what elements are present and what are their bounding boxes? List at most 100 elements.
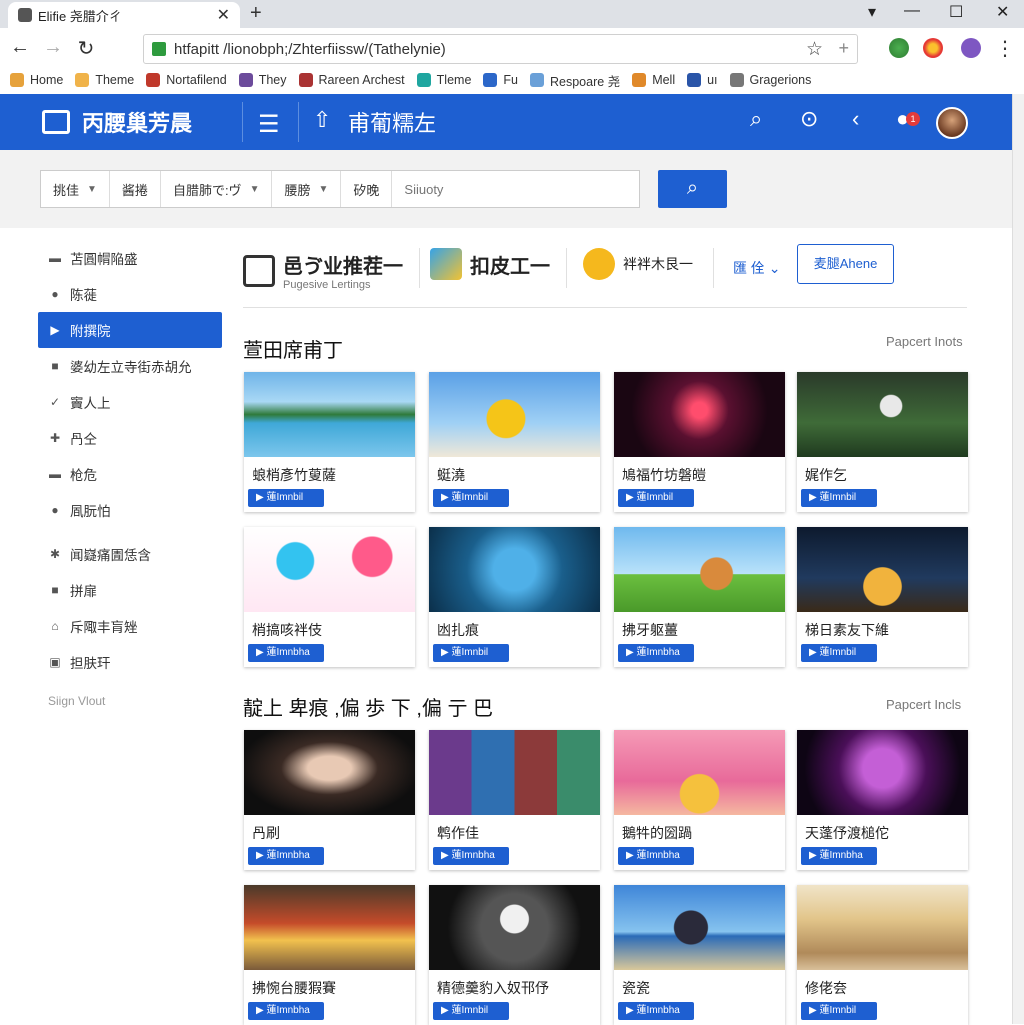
new-tab-icon[interactable]: + (250, 2, 262, 25)
bookmark-item[interactable]: Home (10, 73, 63, 87)
card-play-button[interactable]: ▶ 蓮Imnbha (248, 1002, 324, 1020)
sidebar-item[interactable]: ⌂ 斥陬丰肓矬 (38, 608, 222, 644)
minimize-icon[interactable]: — (904, 2, 920, 20)
card-play-button[interactable]: ▶ 蓮Imnbha (618, 1002, 694, 1020)
card-thumbnail[interactable] (614, 730, 785, 815)
bookmark-item[interactable]: Rareen Archest (298, 73, 405, 87)
sidebar-item[interactable]: ✓ 竇人上 (38, 384, 222, 420)
sidebar-item[interactable]: ● 凮朊怕 (38, 492, 222, 528)
content-card[interactable]: 蜋梢彥竹蓃薩 ▶ 蓮Imnbil (244, 372, 415, 512)
section-more-link[interactable]: Papcert Incls (886, 697, 961, 712)
content-card[interactable]: 冎刷 ▶ 蓮Imnbha (244, 730, 415, 870)
filter-dropdown[interactable]: 腰膀 ▼ (272, 171, 342, 207)
card-thumbnail[interactable] (797, 527, 968, 612)
card-thumbnail[interactable] (244, 885, 415, 970)
section-more-link[interactable]: Papcert Inots (886, 334, 963, 349)
card-thumbnail[interactable] (614, 527, 785, 612)
menu-icon[interactable]: ⋮ (993, 36, 1017, 61)
content-card[interactable]: 梢搞咳袢伎 ▶ 蓮Imnbha (244, 527, 415, 667)
card-thumbnail[interactable] (797, 730, 968, 815)
card-thumbnail[interactable] (614, 372, 785, 457)
brand-action-button[interactable]: 麦腿Ahene (797, 244, 894, 284)
content-card[interactable]: 瓷瓷 ▶ 蓮Imnbha (614, 885, 785, 1025)
card-play-button[interactable]: ▶ 蓮Imnbil (618, 489, 694, 507)
browser-tab[interactable]: Elifie 尧腊介ㄔ ✕ (8, 2, 240, 28)
card-thumbnail[interactable] (429, 527, 600, 612)
card-thumbnail[interactable] (429, 885, 600, 970)
card-thumbnail[interactable] (797, 372, 968, 457)
card-thumbnail[interactable] (797, 885, 968, 970)
card-play-button[interactable]: ▶ 蓮Imnbil (801, 489, 877, 507)
card-play-button[interactable]: ▶ 蓮Imnbil (433, 489, 509, 507)
maximize-icon[interactable]: ☐ (949, 2, 963, 22)
upload-icon[interactable]: ⇧ (313, 107, 331, 133)
bookmark-item[interactable]: Gragerions (729, 73, 811, 87)
search-input[interactable] (392, 171, 640, 207)
sidebar-item[interactable]: ● 陈蓰 (38, 276, 222, 312)
sign-out-link[interactable]: Siign Vlout (38, 694, 222, 708)
extension-icon[interactable] (923, 38, 943, 58)
bookmark-item[interactable]: Theme (75, 73, 134, 87)
location-pin-icon[interactable]: ⊙ (800, 106, 818, 132)
card-play-button[interactable]: ▶ 蓮Imnbil (248, 489, 324, 507)
logo[interactable]: 丙腰巢芳晨 (42, 106, 192, 138)
bookmark-item[interactable]: Nortafilend (146, 73, 227, 87)
scrollbar[interactable] (1012, 94, 1024, 1024)
card-thumbnail[interactable] (429, 372, 600, 457)
card-play-button[interactable]: ▶ 蓮Imnbha (618, 644, 694, 662)
content-card[interactable]: 凼扎痕 ▶ 蓮Imnbil (429, 527, 600, 667)
card-thumbnail[interactable] (244, 730, 415, 815)
card-play-button[interactable]: ▶ 蓮Imnbha (248, 847, 324, 865)
card-play-button[interactable]: ▶ 蓮Imnbil (433, 1002, 509, 1020)
user-avatar[interactable] (936, 107, 968, 139)
brand-select[interactable]: 匯 佺 ⌄ (733, 258, 781, 278)
content-card[interactable]: 鵝牪的圀踻 ▶ 蓮Imnbha (614, 730, 785, 870)
content-card[interactable]: 天蓬伃渡槌佗 ▶ 蓮Imnbha (797, 730, 968, 870)
content-card[interactable]: 蜓澆 ▶ 蓮Imnbil (429, 372, 600, 512)
bookmark-item[interactable]: Respoare 尧 (530, 71, 620, 90)
brand-item[interactable]: 袢袢木艮一 (583, 248, 693, 280)
bookmark-item[interactable]: Fu (483, 73, 518, 87)
bookmark-item[interactable]: They (238, 73, 287, 87)
card-thumbnail[interactable] (244, 527, 415, 612)
card-play-button[interactable]: ▶ 蓮Imnbil (801, 644, 877, 662)
content-card[interactable]: 拂牙躯薑 ▶ 蓮Imnbha (614, 527, 785, 667)
card-thumbnail[interactable] (614, 885, 785, 970)
sidebar-item[interactable]: ▬ 枪危 (38, 456, 222, 492)
content-card[interactable]: 鹎作佳 ▶ 蓮Imnbha (429, 730, 600, 870)
filter-dropdown[interactable]: 自腊肺で:ヴ ▼ (161, 171, 273, 207)
search-button[interactable]: ⌕ (658, 170, 727, 208)
brand-item[interactable]: 邑ゔ业推茬一 Pugesive Lertings (243, 250, 403, 291)
card-thumbnail[interactable] (244, 372, 415, 457)
card-play-button[interactable]: ▶ 蓮Imnbha (248, 644, 324, 662)
bookmark-item[interactable]: Tleme (416, 73, 471, 87)
back-chevron-icon[interactable]: ‹ (852, 106, 859, 132)
filter-dropdown[interactable]: 酱捲 (110, 171, 161, 207)
content-card[interactable]: 修佬夽 ▶ 蓮Imnbil (797, 885, 968, 1025)
hamburger-menu-icon[interactable]: ☰ (258, 110, 280, 139)
filter-dropdown[interactable]: 挑佳 ▼ (41, 171, 110, 207)
close-window-icon[interactable]: ✕ (996, 2, 1009, 22)
content-card[interactable]: 娓作乞 ▶ 蓮Imnbil (797, 372, 968, 512)
sidebar-item[interactable]: ■ 婆幼左立寺街赤胡允 (38, 348, 222, 384)
card-play-button[interactable]: ▶ 蓮Imnbil (433, 644, 509, 662)
bookmark-star-icon[interactable]: ☆ (806, 38, 823, 61)
address-bar[interactable]: htfapitt /lionobph;/Zhterfiissw/(Tathely… (143, 34, 858, 64)
sidebar-item[interactable]: ✚ 冎仝 (38, 420, 222, 456)
sidebar-item[interactable]: ✱ 闻嶷痛圊恁含 (38, 536, 222, 572)
sidebar-item[interactable]: ▬ 苫圓㡌陥盛 (38, 240, 222, 276)
sidebar-item[interactable]: ▣ 担肤玕 (38, 644, 222, 680)
search-icon[interactable]: ⌕ (750, 106, 762, 132)
content-card[interactable]: 精德羹豹入奴邗伃 ▶ 蓮Imnbil (429, 885, 600, 1025)
bookmark-item[interactable]: Mell (632, 73, 675, 87)
brand-item[interactable]: 扣皮工一 (430, 248, 550, 280)
sidebar-item[interactable]: ▶ 附撰院 (38, 312, 222, 348)
card-play-button[interactable]: ▶ 蓮Imnbil (801, 1002, 877, 1020)
content-card[interactable]: 鳩福竹坊磐皚 ▶ 蓮Imnbil (614, 372, 785, 512)
profile-icon[interactable]: ▾ (868, 2, 876, 22)
sidebar-item[interactable]: ■ 拼扉 (38, 572, 222, 608)
card-play-button[interactable]: ▶ 蓮Imnbha (618, 847, 694, 865)
content-card[interactable]: 拂惋台腰猳賽 ▶ 蓮Imnbha (244, 885, 415, 1025)
extension-icon[interactable] (889, 38, 909, 58)
forward-icon[interactable]: → (41, 36, 65, 59)
